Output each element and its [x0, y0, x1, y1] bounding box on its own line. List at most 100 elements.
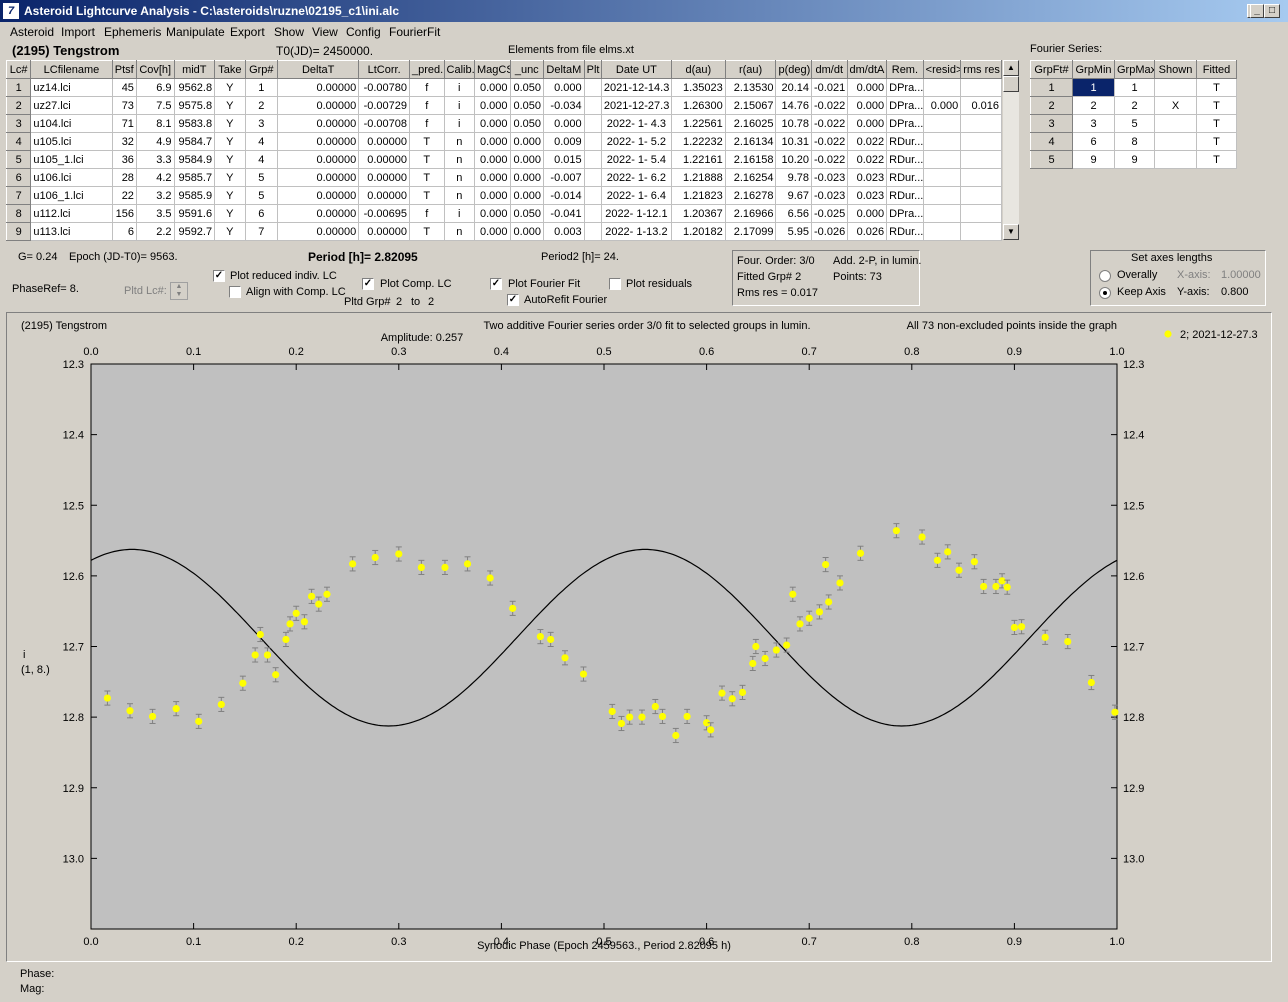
- lc-col-header[interactable]: p(deg): [775, 60, 812, 79]
- table-cell[interactable]: 2022- 1- 6.2: [601, 168, 672, 187]
- table-cell[interactable]: T: [1196, 78, 1237, 97]
- table-cell[interactable]: 0.000: [510, 132, 545, 151]
- table-cell[interactable]: T: [1196, 132, 1237, 151]
- table-cell[interactable]: 1: [1114, 78, 1155, 97]
- table-cell[interactable]: 0.000: [543, 114, 585, 133]
- lc-col-header[interactable]: Date UT: [600, 60, 672, 79]
- table-cell[interactable]: 1.22561: [671, 114, 726, 133]
- table-cell[interactable]: u106.lci: [30, 168, 113, 187]
- table-cell[interactable]: 0.00000: [277, 150, 360, 169]
- table-cell[interactable]: 2.16278: [725, 186, 777, 205]
- table-cell[interactable]: 9583.8: [174, 114, 216, 133]
- ft-col-header[interactable]: Fitted: [1196, 60, 1237, 79]
- table-cell[interactable]: 0.016: [960, 96, 1002, 115]
- table-cell[interactable]: 2.16254: [725, 168, 777, 187]
- ft-col-header[interactable]: GrpMin: [1072, 60, 1115, 79]
- table-cell[interactable]: RDur...: [886, 150, 924, 169]
- lc-col-header[interactable]: LCfilename: [30, 60, 113, 79]
- table-cell[interactable]: u105_1.lci: [30, 150, 113, 169]
- table-cell[interactable]: 0.023: [847, 168, 888, 187]
- table-scrollbar[interactable]: ▲ ▼: [1003, 60, 1019, 240]
- table-cell[interactable]: 0.050: [510, 78, 545, 97]
- table-cell[interactable]: 0.000: [474, 78, 511, 97]
- table-cell[interactable]: 156: [112, 204, 137, 223]
- table-cell[interactable]: i: [444, 96, 475, 115]
- table-cell[interactable]: [1154, 78, 1197, 97]
- table-cell[interactable]: [923, 186, 962, 205]
- table-cell[interactable]: 2.16158: [725, 150, 777, 169]
- table-cell[interactable]: -0.014: [543, 186, 585, 205]
- table-row[interactable]: 111T: [1030, 78, 1237, 97]
- table-cell[interactable]: 0.022: [847, 150, 888, 169]
- lc-col-header[interactable]: midT: [173, 60, 216, 79]
- table-cell[interactable]: 9585.9: [174, 186, 216, 205]
- table-cell[interactable]: 0.00000: [358, 168, 411, 187]
- table-cell[interactable]: 3.3: [136, 150, 175, 169]
- table-cell[interactable]: 2022- 1-12.1: [601, 204, 672, 223]
- table-cell[interactable]: Y: [214, 132, 246, 151]
- overall-radio[interactable]: [1099, 270, 1111, 282]
- table-cell[interactable]: [960, 132, 1002, 151]
- lc-col-header[interactable]: Grp#: [244, 60, 279, 79]
- table-cell[interactable]: 0.000: [510, 222, 545, 241]
- table-cell[interactable]: RDur...: [886, 222, 924, 241]
- table-cell[interactable]: 2022- 1-13.2: [601, 222, 672, 241]
- table-cell[interactable]: T: [409, 186, 445, 205]
- table-cell[interactable]: T: [1196, 114, 1237, 133]
- table-cell[interactable]: 0.000: [474, 114, 511, 133]
- table-cell[interactable]: 1.21823: [671, 186, 726, 205]
- table-cell[interactable]: 2.2: [136, 222, 175, 241]
- table-cell[interactable]: 2022- 1- 4.3: [601, 114, 672, 133]
- table-cell[interactable]: 0.000: [474, 168, 511, 187]
- table-cell[interactable]: 2: [1114, 96, 1155, 115]
- table-cell[interactable]: 6.9: [136, 78, 175, 97]
- table-cell[interactable]: 2: [1030, 96, 1073, 115]
- table-cell[interactable]: u113.lci: [30, 222, 113, 241]
- table-cell[interactable]: -0.025: [811, 204, 848, 223]
- table-row[interactable]: 599T: [1030, 150, 1237, 169]
- menu-asteroid[interactable]: Asteroid: [10, 25, 54, 39]
- table-cell[interactable]: 2021-12-27.3: [601, 96, 672, 115]
- table-cell[interactable]: 0.015: [543, 150, 585, 169]
- table-cell[interactable]: 9585.7: [174, 168, 216, 187]
- lc-col-header[interactable]: <resid>: [922, 60, 962, 79]
- table-row[interactable]: 2 uz27.lci 73 7.5 9575.8 Y 2 0.00000 -0.00729 f i 0…: [5, 96, 1002, 115]
- table-cell[interactable]: RDur...: [886, 132, 924, 151]
- table-cell[interactable]: -0.022: [811, 96, 848, 115]
- table-cell[interactable]: 6: [1072, 132, 1115, 151]
- phaseref-value[interactable]: PhaseRef= 8.: [12, 283, 79, 295]
- lc-col-header[interactable]: Cov[h]: [135, 60, 175, 79]
- table-cell[interactable]: n: [444, 150, 475, 169]
- scroll-thumb[interactable]: [1003, 76, 1019, 92]
- table-cell[interactable]: 2021-12-14.3: [601, 78, 672, 97]
- table-cell[interactable]: 1: [245, 78, 279, 97]
- table-cell[interactable]: 0.000: [847, 96, 888, 115]
- table-cell[interactable]: Y: [214, 168, 246, 187]
- table-cell[interactable]: 6: [245, 204, 279, 223]
- table-cell[interactable]: [923, 78, 962, 97]
- plot-reduced-checkbox[interactable]: ✓: [213, 270, 225, 282]
- table-cell[interactable]: 0.009: [543, 132, 585, 151]
- pltd-grp-to[interactable]: 2: [428, 296, 434, 308]
- table-cell[interactable]: 3: [1072, 114, 1115, 133]
- table-cell[interactable]: u104.lci: [30, 114, 113, 133]
- table-cell[interactable]: 10.20: [775, 150, 812, 169]
- table-cell[interactable]: Y: [214, 114, 246, 133]
- table-cell[interactable]: 45: [112, 78, 137, 97]
- table-cell[interactable]: 3.2: [136, 186, 175, 205]
- table-cell[interactable]: 0.00000: [277, 78, 360, 97]
- table-cell[interactable]: 0.050: [510, 114, 545, 133]
- menu-show[interactable]: Show: [274, 25, 304, 39]
- table-cell[interactable]: T: [1196, 150, 1237, 169]
- table-cell[interactable]: 1.35023: [671, 78, 726, 97]
- table-row[interactable]: 1 uz14.lci 45 6.9 9562.8 Y 1 0.00000 -0.00780 f i 0…: [5, 78, 1002, 97]
- table-cell[interactable]: 5: [245, 168, 279, 187]
- table-cell[interactable]: 0.00000: [277, 222, 360, 241]
- table-cell[interactable]: T: [409, 150, 445, 169]
- table-cell[interactable]: 0.000: [474, 186, 511, 205]
- ft-col-header[interactable]: Shown: [1154, 60, 1197, 79]
- period-value[interactable]: Period [h]= 2.82095: [308, 250, 418, 264]
- table-cell[interactable]: 9.78: [775, 168, 812, 187]
- table-cell[interactable]: 20.14: [775, 78, 812, 97]
- table-cell[interactable]: [923, 168, 962, 187]
